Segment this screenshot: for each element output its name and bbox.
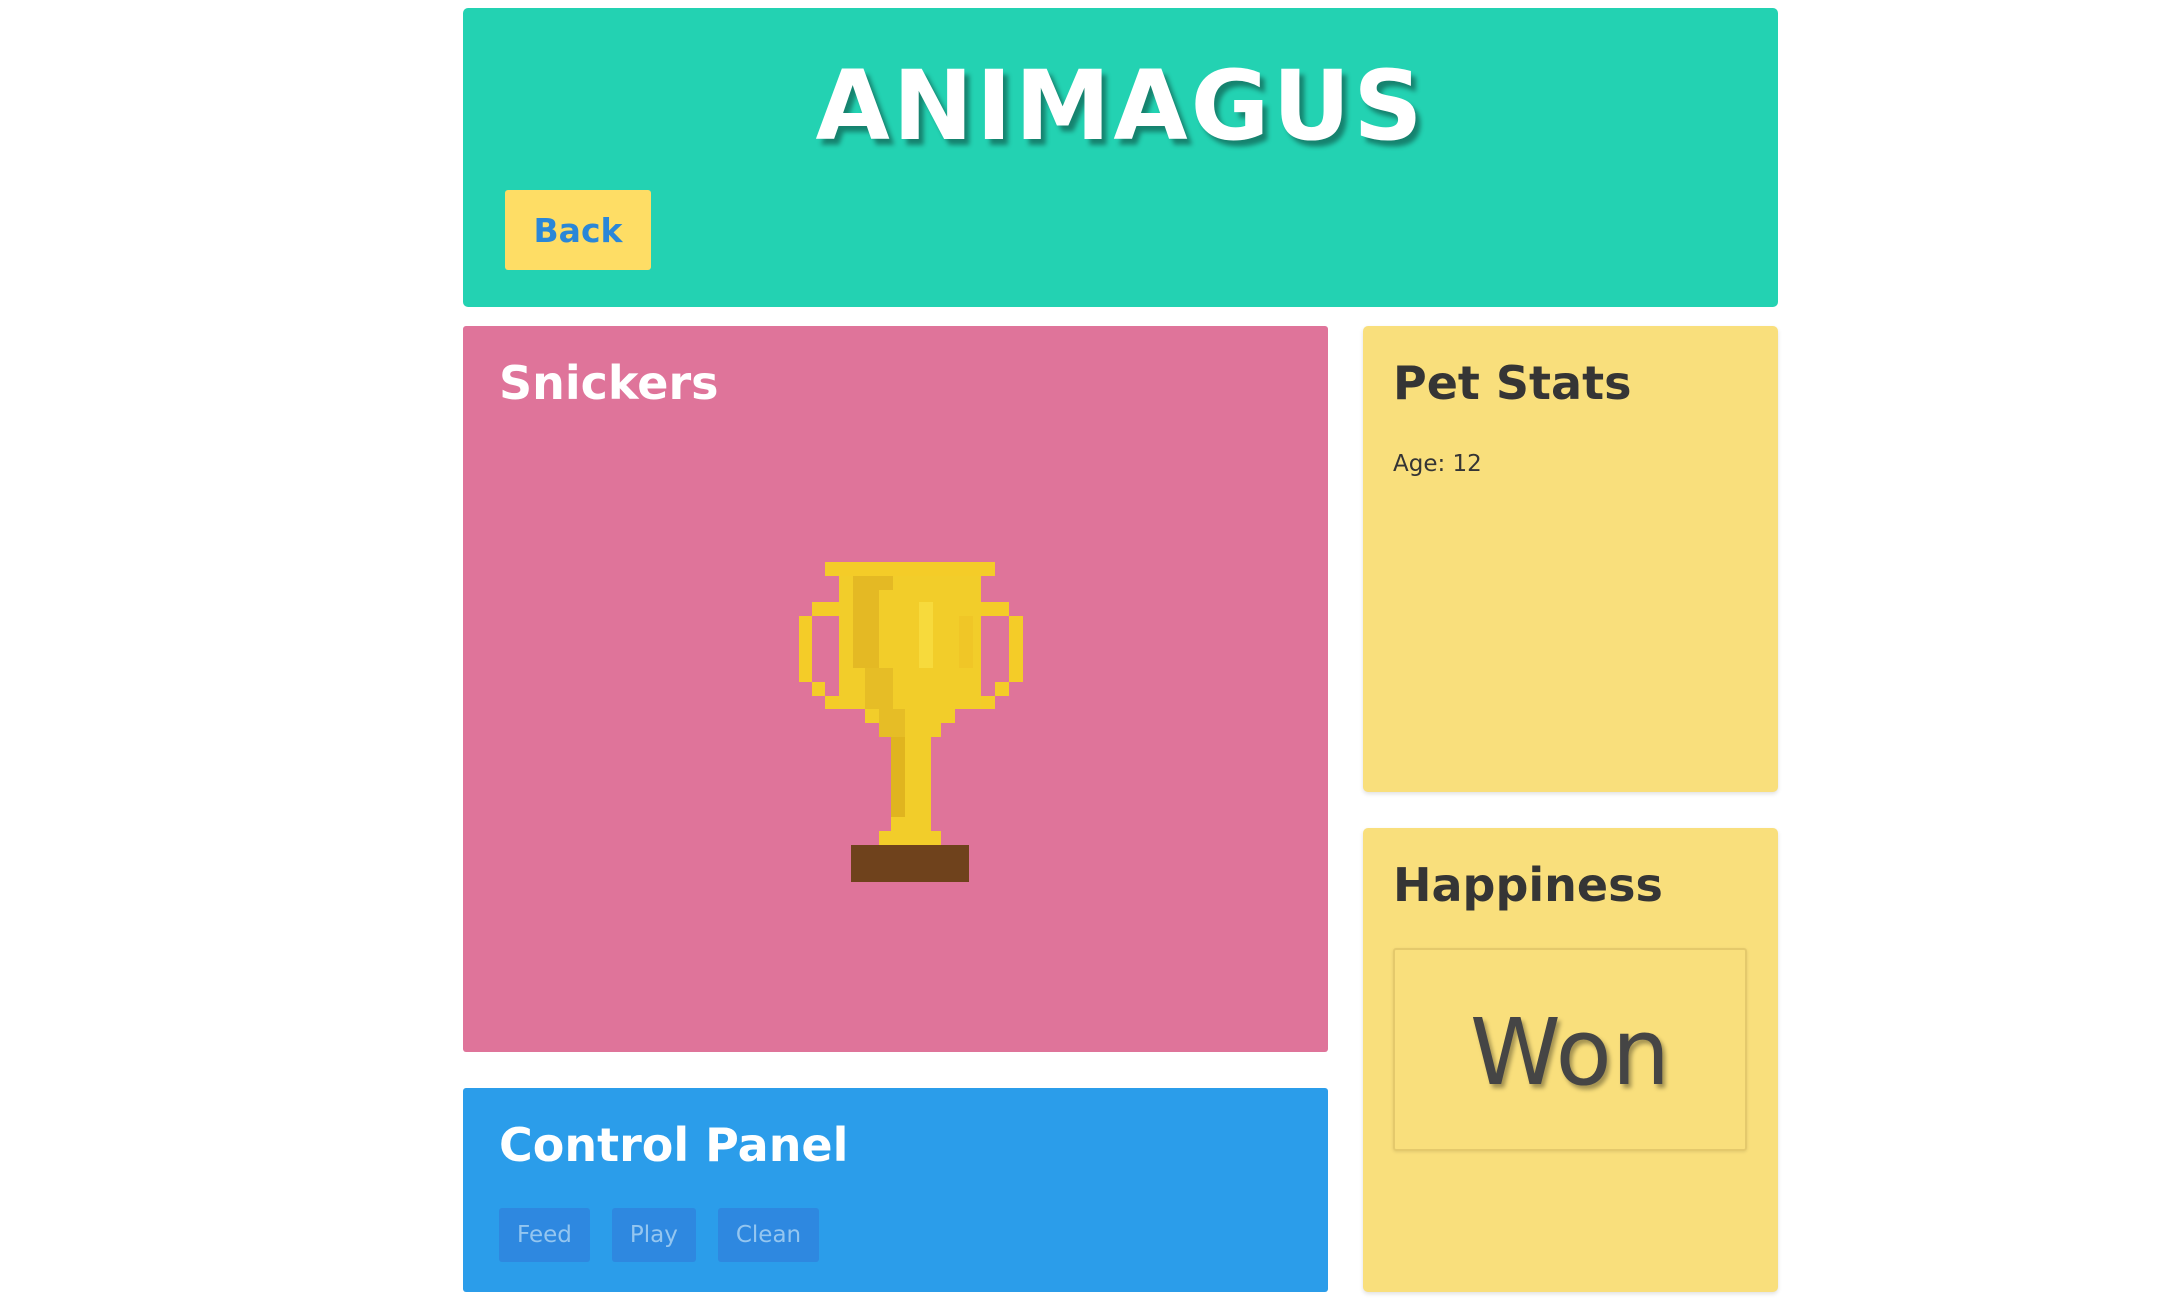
age-stat: Age: 12: [1393, 451, 1482, 477]
feed-button[interactable]: Feed: [499, 1208, 590, 1262]
pet-display-card: Snickers: [463, 326, 1328, 1052]
app-page: ANIMAGUS Back Snickers Pet Stats Age: 12…: [0, 0, 2172, 1298]
happiness-status: Won: [1469, 998, 1671, 1106]
header-bar: ANIMAGUS Back: [463, 8, 1778, 307]
happiness-card: Happiness Won: [1363, 828, 1778, 1292]
happiness-title: Happiness: [1393, 858, 1663, 912]
control-buttons: Feed Play Clean: [499, 1208, 820, 1262]
clean-button[interactable]: Clean: [717, 1208, 820, 1262]
pet-stats-card: Pet Stats Age: 12: [1363, 326, 1778, 792]
trophy-icon: [799, 562, 1023, 882]
happiness-status-box: Won: [1393, 948, 1747, 1151]
pet-stats-title: Pet Stats: [1393, 356, 1632, 410]
pet-name: Snickers: [499, 356, 719, 410]
app-title: ANIMAGUS: [815, 50, 1426, 162]
back-button[interactable]: Back: [505, 190, 651, 270]
control-panel-title: Control Panel: [499, 1118, 849, 1172]
play-button[interactable]: Play: [611, 1208, 696, 1262]
control-panel-card: Control Panel Feed Play Clean: [463, 1088, 1328, 1292]
